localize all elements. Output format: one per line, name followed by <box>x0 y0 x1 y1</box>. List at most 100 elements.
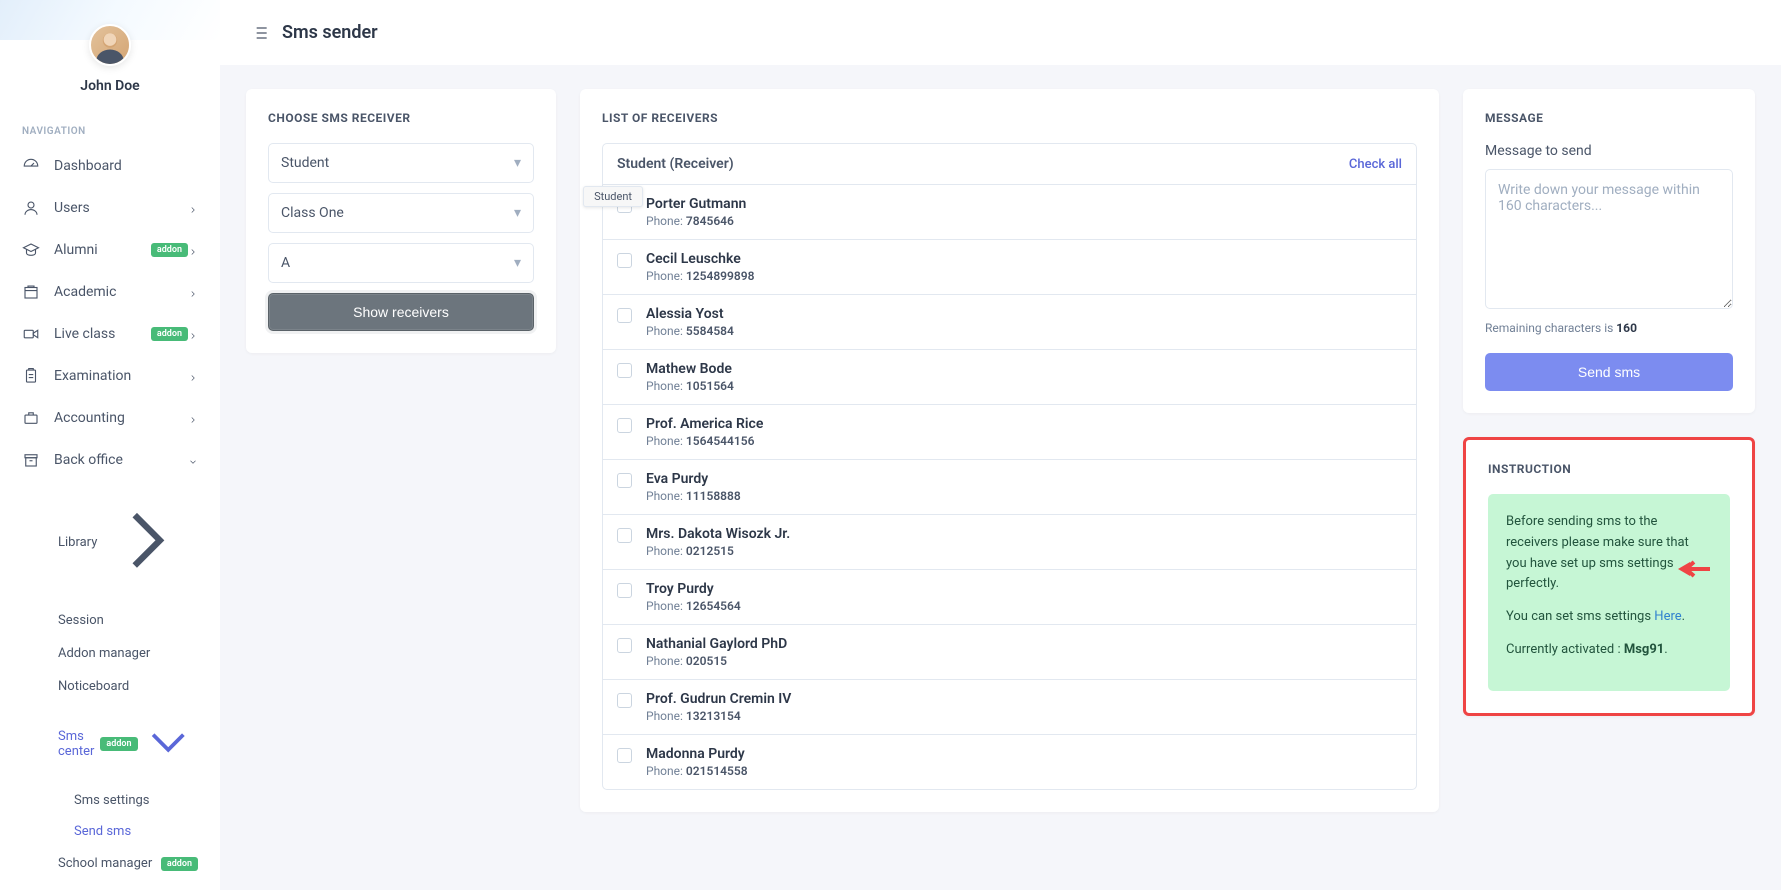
receiver-checkbox[interactable] <box>617 473 632 488</box>
chevron-right-icon <box>188 287 198 297</box>
receiver-checkbox[interactable] <box>617 418 632 433</box>
receiver-phone: Phone: 020515 <box>646 654 1402 668</box>
receiver-checkbox[interactable] <box>617 638 632 653</box>
avatar[interactable] <box>89 24 131 66</box>
list-icon <box>250 23 270 43</box>
receiver-checkbox[interactable] <box>617 748 632 763</box>
receiver-info: Mathew BodePhone: 1051564 <box>646 361 1402 393</box>
nav-label: Dashboard <box>54 158 198 174</box>
nav-examination[interactable]: Examination <box>0 355 220 397</box>
nav-dashboard[interactable]: Dashboard <box>0 145 220 187</box>
receiver-info: Cecil LeuschkePhone: 1254899898 <box>646 251 1402 283</box>
select-value: Class One <box>281 205 344 221</box>
sidebar-item-school-manager[interactable]: School manager addon <box>18 847 220 880</box>
receiver-row: Troy PurdyPhone: 12654564 <box>603 570 1416 625</box>
chevron-right-icon <box>188 329 198 339</box>
sidebar-item-sms-center[interactable]: Sms center addon <box>18 703 220 785</box>
caret-down-icon: ▾ <box>514 155 521 171</box>
section-select[interactable]: A ▾ <box>268 243 534 283</box>
sidebar-item-addon-manager[interactable]: Addon manager <box>18 637 220 670</box>
nav-section-label: NAVIGATION <box>0 110 220 145</box>
card-title: CHOOSE SMS RECEIVER <box>268 111 534 125</box>
receiver-name: Madonna Purdy <box>646 746 1402 762</box>
receiver-phone: Phone: 11158888 <box>646 489 1402 503</box>
receiver-name: Mrs. Dakota Wisozk Jr. <box>646 526 1402 542</box>
receiver-row: Prof. America RicePhone: 1564544156 <box>603 405 1416 460</box>
nav-backoffice[interactable]: Back office <box>0 439 220 481</box>
card-title: INSTRUCTION <box>1488 462 1730 476</box>
receiver-checkbox[interactable] <box>617 363 632 378</box>
check-all-link[interactable]: Check all <box>1349 157 1402 172</box>
receiver-checkbox[interactable] <box>617 583 632 598</box>
receiver-checkbox[interactable] <box>617 693 632 708</box>
receiver-name: Prof. America Rice <box>646 416 1402 432</box>
sms-settings-link[interactable]: Here <box>1654 609 1681 624</box>
nav-label: Back office <box>54 452 188 468</box>
chevron-right-icon <box>188 413 198 423</box>
receiver-name: Troy Purdy <box>646 581 1402 597</box>
remaining-count: 160 <box>1616 321 1637 335</box>
nav-accounting[interactable]: Accounting <box>0 397 220 439</box>
clipboard-icon <box>22 367 40 385</box>
receiver-row: Prof. Gudrun Cremin IVPhone: 13213154 <box>603 680 1416 735</box>
instruction-alert: Before sending sms to the receivers plea… <box>1488 494 1730 691</box>
sidebar-item-library[interactable]: Library <box>18 481 220 604</box>
nav-users[interactable]: Users <box>0 187 220 229</box>
chevron-right-icon <box>188 203 198 213</box>
receiver-phone: Phone: 13213154 <box>646 709 1402 723</box>
receiver-phone: Phone: 021514558 <box>646 764 1402 778</box>
receiver-name: Alessia Yost <box>646 306 1402 322</box>
video-icon <box>22 325 40 343</box>
receiver-info: Eva PurdyPhone: 11158888 <box>646 471 1402 503</box>
receiver-info: Troy PurdyPhone: 12654564 <box>646 581 1402 613</box>
receiver-info: Prof. Gudrun Cremin IVPhone: 13213154 <box>646 691 1402 723</box>
addon-badge: addon <box>151 243 188 257</box>
activated-provider: Msg91 <box>1624 642 1664 657</box>
user-icon <box>22 199 40 217</box>
nav-label: Library <box>58 535 97 550</box>
send-sms-button[interactable]: Send sms <box>1485 353 1733 391</box>
receiver-list: Porter GutmannPhone: 7845646 Cecil Leusch… <box>602 185 1417 790</box>
addon-badge: addon <box>161 857 198 871</box>
nav-label: School manager <box>58 856 155 871</box>
message-label: Message to send <box>1485 143 1733 159</box>
nav-alumni[interactable]: Alumni addon <box>0 229 220 271</box>
receiver-info: Nathanial Gaylord PhD Phone: 020515 <box>646 636 1402 668</box>
instruction-line3: Currently activated : Msg91. <box>1506 640 1712 661</box>
chevron-right-icon <box>97 490 198 595</box>
receivers-card: LIST OF RECEIVERS Student (Receiver) Che… <box>580 89 1439 812</box>
receiver-info: Porter GutmannPhone: 7845646 <box>646 196 1402 228</box>
remaining-text: Remaining characters is <box>1485 321 1616 335</box>
receiver-row: Madonna Purdy Phone: 021514558 <box>603 735 1416 789</box>
nav-academic[interactable]: Academic <box>0 271 220 313</box>
profile-block: John Doe <box>0 0 220 110</box>
page-header: Sms sender <box>220 0 1781 65</box>
remaining-chars: Remaining characters is 160 <box>1485 321 1733 335</box>
receiver-type-select[interactable]: Student ▾ Student <box>268 143 534 183</box>
receiver-name: Porter Gutmann <box>646 196 1402 212</box>
receiver-checkbox[interactable] <box>617 308 632 323</box>
sidebar-item-noticeboard[interactable]: Noticeboard <box>18 670 220 703</box>
receiver-info: Alessia YostPhone: 5584584 <box>646 306 1402 338</box>
chevron-down-icon <box>188 455 198 465</box>
class-select[interactable]: Class One ▾ <box>268 193 534 233</box>
show-receivers-button[interactable]: Show receivers <box>268 293 534 331</box>
caret-down-icon: ▾ <box>514 255 521 271</box>
nav-liveclass[interactable]: Live class addon <box>0 313 220 355</box>
briefcase-icon <box>22 409 40 427</box>
receiver-checkbox[interactable] <box>617 253 632 268</box>
receiver-row: Alessia YostPhone: 5584584 <box>603 295 1416 350</box>
sidebar-item-sms-settings[interactable]: Sms settings <box>18 785 220 816</box>
select-value: Student <box>281 155 329 171</box>
arrow-annotation-icon <box>1676 560 1710 586</box>
sidebar-item-session[interactable]: Session <box>18 604 220 637</box>
list-header: Student (Receiver) Check all <box>602 143 1417 185</box>
message-textarea[interactable] <box>1485 169 1733 309</box>
choose-receiver-card: CHOOSE SMS RECEIVER Student ▾ Student Cl… <box>246 89 556 353</box>
sidebar-item-send-sms[interactable]: Send sms <box>18 816 220 847</box>
receiver-name: Nathanial Gaylord PhD <box>646 636 1402 652</box>
receiver-name: Cecil Leuschke <box>646 251 1402 267</box>
receiver-checkbox[interactable] <box>617 528 632 543</box>
nav-label: Sms center <box>58 729 94 759</box>
addon-badge: addon <box>151 327 188 341</box>
